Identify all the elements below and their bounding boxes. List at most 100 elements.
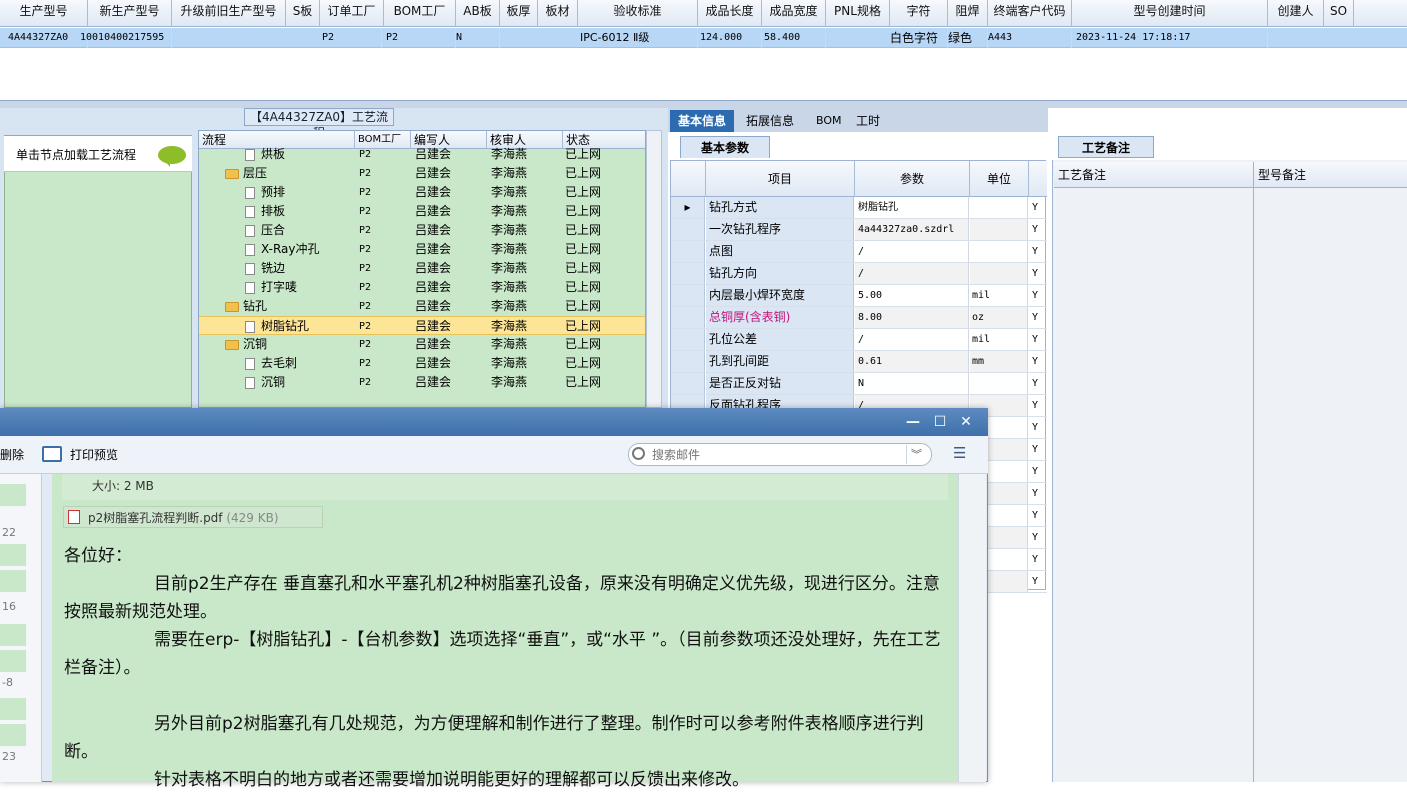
attachment-name[interactable]: p2树脂塞孔流程判断.pdf (429 KB) xyxy=(88,509,279,526)
list-item[interactable]: 16 xyxy=(0,600,26,618)
tree-node[interactable]: 预排 P2 吕建会 李海燕 已上网 xyxy=(199,183,645,202)
param-value[interactable]: 0.61 xyxy=(855,351,969,372)
col-header[interactable]: 阻焊 xyxy=(948,0,988,27)
tree-node[interactable]: 压合 P2 吕建会 李海燕 已上网 xyxy=(199,221,645,240)
param-value[interactable]: 5.00 xyxy=(855,285,969,306)
tab-work-hours[interactable]: 工时 xyxy=(848,110,888,132)
row-indicator[interactable] xyxy=(671,351,705,372)
table-cell: N xyxy=(456,28,500,48)
param-value[interactable]: 8.00 xyxy=(855,307,969,328)
row-indicator[interactable] xyxy=(671,241,705,262)
splitter[interactable] xyxy=(0,100,1407,108)
col-header[interactable]: 型号备注 xyxy=(1254,162,1404,188)
col-header[interactable]: BOM工厂 xyxy=(384,0,456,27)
node-writer: 吕建会 xyxy=(415,299,452,313)
row-indicator[interactable] xyxy=(671,219,705,240)
col-header[interactable]: 验收标准 xyxy=(578,0,698,27)
col-header[interactable]: SO xyxy=(1324,0,1354,27)
mail-paragraph: 针对表格不明白的地方或者还需要增加说明能更好的理解都可以反馈出来修改。 xyxy=(154,770,749,790)
param-row[interactable]: 内层最小焊环宽度 5.00 mil Y xyxy=(671,285,1047,307)
param-row[interactable]: ▸ 钻孔方式 树脂钻孔 Y xyxy=(671,197,1047,219)
row-indicator[interactable] xyxy=(671,307,705,328)
row-indicator[interactable] xyxy=(671,285,705,306)
delete-button[interactable]: 删除 xyxy=(0,446,24,463)
col-header[interactable]: PNL规格 xyxy=(826,0,890,27)
col-header[interactable]: 型号创建时间 xyxy=(1072,0,1268,27)
print-preview-button[interactable]: 打印预览 xyxy=(70,446,118,463)
row-indicator[interactable]: ▸ xyxy=(671,197,705,218)
param-row[interactable]: 孔位公差 / mil Y xyxy=(671,329,1047,351)
tab-basic-info[interactable]: 基本信息 xyxy=(670,110,735,132)
param-row[interactable]: 孔到孔间距 0.61 mm Y xyxy=(671,351,1047,373)
col-header[interactable]: 工艺备注 xyxy=(1054,162,1252,188)
minimize-icon[interactable]: — xyxy=(903,414,923,430)
param-row[interactable]: 钻孔方向 / Y xyxy=(671,263,1047,285)
list-item[interactable]: -8 xyxy=(0,676,26,694)
tree-node[interactable]: 打字唛 P2 吕建会 李海燕 已上网 xyxy=(199,278,645,297)
list-item[interactable]: 22 xyxy=(0,526,26,544)
param-row[interactable]: 是否正反对钻 N Y xyxy=(671,373,1047,395)
col-header[interactable]: 单位 xyxy=(970,161,1029,197)
col-header[interactable]: 成品宽度 xyxy=(762,0,826,27)
tab-process-remarks[interactable]: 工艺备注 xyxy=(1058,136,1154,158)
maximize-icon[interactable]: ☐ xyxy=(930,414,950,430)
row-indicator[interactable] xyxy=(671,263,705,284)
param-value[interactable]: / xyxy=(855,263,969,284)
col-header[interactable]: 终端客户代码 xyxy=(988,0,1072,27)
tree-node[interactable]: 层压 P2 吕建会 李海燕 已上网 xyxy=(199,164,645,183)
tab-extended-info[interactable]: 拓展信息 xyxy=(738,110,802,132)
col-header[interactable]: 创建人 xyxy=(1268,0,1324,27)
row-indicator[interactable] xyxy=(671,329,705,350)
tree-node[interactable]: 沉铜 P2 吕建会 李海燕 已上网 xyxy=(199,335,645,354)
param-value[interactable]: 4a44327za0.szdrl xyxy=(855,219,969,240)
col-header[interactable]: S板 xyxy=(286,0,320,27)
node-label: 预排 xyxy=(261,185,286,199)
tree-node[interactable]: X-Ray冲孔 P2 吕建会 李海燕 已上网 xyxy=(199,240,645,259)
tree-node[interactable]: 钻孔 P2 吕建会 李海燕 已上网 xyxy=(199,297,645,316)
mail-scrollbar[interactable] xyxy=(958,474,986,782)
col-header[interactable]: 板厚 xyxy=(500,0,538,27)
node-writer: 吕建会 xyxy=(415,375,452,389)
param-row[interactable]: 一次钻孔程序 4a44327za0.szdrl Y xyxy=(671,219,1047,241)
col-header[interactable]: 参数 xyxy=(855,161,970,197)
mail-titlebar[interactable] xyxy=(0,408,988,436)
col-header[interactable]: 板材 xyxy=(538,0,578,27)
printer-icon[interactable] xyxy=(42,446,62,462)
param-row[interactable]: 点图 / Y xyxy=(671,241,1047,263)
tree-node[interactable]: 烘板 P2 吕建会 李海燕 已上网 xyxy=(199,145,645,164)
table-row[interactable]: 4A44327ZA0 10010400217595 P2 P2 N IPC-60… xyxy=(0,28,1407,48)
col-header[interactable]: 订单工厂 xyxy=(320,0,384,27)
table-cell: A443 xyxy=(988,28,1072,48)
param-value[interactable]: / xyxy=(855,329,969,350)
row-indicator[interactable] xyxy=(671,373,705,394)
search-input[interactable] xyxy=(652,446,900,463)
list-item[interactable]: 23 xyxy=(0,750,26,768)
tree-node[interactable]: 排板 P2 吕建会 李海燕 已上网 xyxy=(199,202,645,221)
chevron-down-icon[interactable]: ︾ xyxy=(906,445,926,464)
tree-node[interactable]: 铣边 P2 吕建会 李海燕 已上网 xyxy=(199,259,645,278)
col-header[interactable]: 生产型号 xyxy=(0,0,88,27)
tree-node[interactable]: 沉铜 P2 吕建会 李海燕 已上网 xyxy=(199,373,645,392)
col-header[interactable]: 项目 xyxy=(706,161,855,197)
pdf-icon xyxy=(68,510,80,524)
param-value[interactable]: N xyxy=(855,373,969,394)
param-row[interactable]: 总铜厚(含表铜) 8.00 oz Y xyxy=(671,307,1047,329)
tree-node[interactable]: 树脂钻孔 P2 吕建会 李海燕 已上网 xyxy=(199,316,645,335)
col-header[interactable]: 成品长度 xyxy=(698,0,762,27)
col-header[interactable]: AB板 xyxy=(456,0,500,27)
tab-basic-params[interactable]: 基本参数 xyxy=(680,136,770,158)
tab-bom[interactable]: BOM xyxy=(808,110,850,132)
param-value[interactable]: 树脂钻孔 xyxy=(855,197,969,218)
param-value[interactable]: / xyxy=(855,241,969,262)
list-menu-icon[interactable]: ☰ xyxy=(953,446,971,461)
document-icon xyxy=(245,205,255,218)
tree-node[interactable]: 去毛刺 P2 吕建会 李海燕 已上网 xyxy=(199,354,645,373)
close-icon[interactable]: ✕ xyxy=(956,414,976,430)
col-header[interactable]: 升级前旧生产型号 xyxy=(172,0,286,27)
attachment-filename[interactable]: p2树脂塞孔流程判断.pdf xyxy=(88,511,223,525)
tree-scrollbar[interactable] xyxy=(646,130,662,408)
col-header[interactable]: 字符 xyxy=(890,0,948,27)
col-header[interactable]: 新生产型号 xyxy=(88,0,172,27)
search-icon[interactable] xyxy=(632,447,645,460)
node-status: 已上网 xyxy=(565,185,602,199)
